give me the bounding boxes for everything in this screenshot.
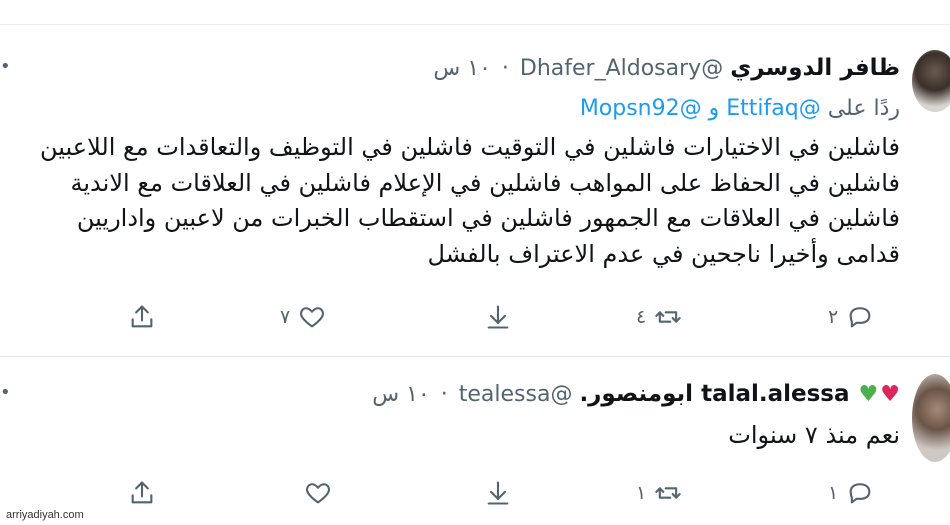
separator-dot: · — [440, 382, 448, 407]
share-button[interactable] — [128, 476, 156, 510]
reply-button[interactable]: ١ — [828, 476, 874, 510]
tweet-divider — [0, 356, 950, 357]
heart-outline-icon — [300, 307, 325, 328]
green-heart-emoji: ♥ — [858, 382, 879, 407]
user-handle[interactable]: @Dhafer_Aldosary — [520, 56, 723, 81]
retweet-count: ١ — [636, 482, 647, 504]
separator-dot: · — [501, 56, 509, 81]
top-divider — [0, 24, 950, 25]
timestamp[interactable]: ١٠ س — [372, 382, 430, 407]
tweet-header: ظافر الدوسري @Dhafer_Aldosary · ١٠ س — [433, 52, 900, 85]
reply-count: ٢ — [828, 306, 839, 328]
share-button[interactable] — [128, 300, 156, 334]
retweet-button[interactable]: ١ — [636, 476, 682, 510]
tweet-header: ♥♥ talal.alessa ابومنصور. @tealessa · ١٠… — [372, 378, 900, 411]
display-name[interactable]: ظافر الدوسري — [730, 55, 900, 81]
tweet-2[interactable]: • ♥♥ talal.alessa ابومنصور. @tealessa · … — [0, 366, 950, 516]
reply-bubble-icon — [849, 483, 871, 504]
avatar[interactable] — [912, 50, 950, 112]
like-count: ٧ — [280, 306, 291, 328]
more-dots-icon[interactable]: • — [0, 58, 12, 76]
download-arrow-icon — [487, 305, 509, 329]
heart-outline-icon — [305, 483, 331, 504]
reply-user-link-1[interactable]: @Ettifaq — [726, 96, 820, 121]
reply-user-link-2[interactable]: @Mopsn92 — [580, 96, 702, 121]
display-name[interactable]: talal.alessa ابومنصور. — [579, 381, 849, 407]
reply-button[interactable]: ٢ — [828, 300, 874, 334]
tweet-text: فاشلين في الاختيارات فاشلين في التوقيت ف… — [40, 133, 900, 268]
like-button[interactable] — [304, 476, 332, 510]
retweet-button[interactable]: ٤ — [636, 300, 682, 334]
reply-and: و — [708, 96, 720, 121]
tweet-1[interactable]: • ظافر الدوسري @Dhafer_Aldosary · ١٠ س ر… — [0, 40, 950, 350]
timestamp[interactable]: ١٠ س — [433, 56, 491, 81]
user-handle[interactable]: @tealessa — [459, 382, 573, 407]
watermark: arriyadiyah.com — [6, 509, 84, 521]
tweet-text: نعم منذ ٧ سنوات — [728, 421, 900, 449]
replying-to: ردًا على @Ettifaq و @Mopsn92 — [580, 94, 900, 124]
share-upload-icon — [131, 305, 153, 328]
action-bar: ٧ ٤ ٢ — [0, 300, 950, 334]
more-dots-icon[interactable]: • — [0, 384, 12, 402]
like-button[interactable]: ٧ — [280, 300, 326, 334]
retweet-icon — [655, 311, 681, 323]
reply-bubble-icon — [849, 307, 871, 328]
download-arrow-icon — [487, 481, 509, 505]
reply-count: ١ — [828, 482, 839, 504]
retweet-icon — [655, 487, 681, 499]
reply-prefix: ردًا على — [827, 96, 900, 121]
action-bar: ١ ١ — [0, 476, 950, 510]
download-button[interactable] — [484, 300, 512, 334]
avatar[interactable] — [912, 374, 950, 462]
share-upload-icon — [131, 481, 153, 504]
download-button[interactable] — [484, 476, 512, 510]
retweet-count: ٤ — [636, 306, 647, 328]
red-heart-emoji: ♥ — [880, 382, 900, 407]
